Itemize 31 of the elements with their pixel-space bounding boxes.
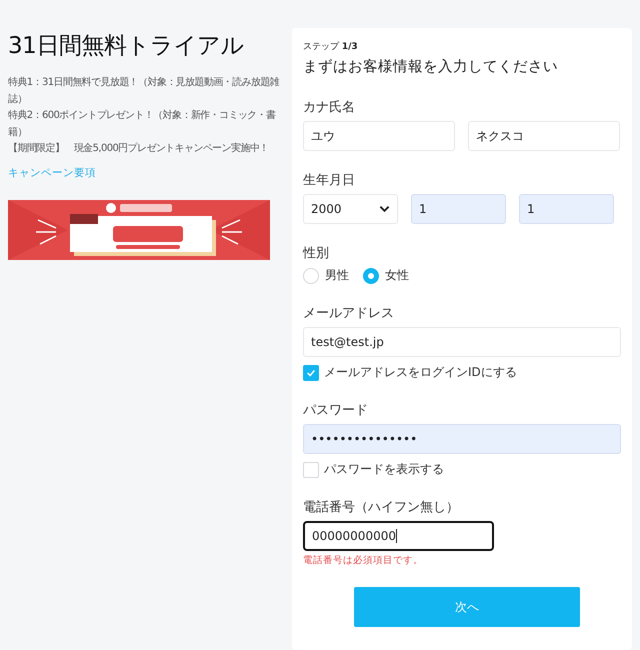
phone-field[interactable]: 00000000000	[303, 521, 494, 551]
radio-label: 男性	[325, 267, 349, 284]
field-label: 電話番号（ハイフン無し）	[303, 499, 459, 516]
field-label: パスワード	[303, 402, 368, 419]
error-message: 電話番号は必須項目です。	[303, 554, 423, 567]
checkbox-label: メールアドレスをログインIDにする	[324, 364, 517, 381]
radio-button[interactable]	[363, 268, 379, 284]
benefit-text: 特典1：31日間無料で見放題！（対象：見放題動画・読み放題雑誌）	[8, 76, 280, 106]
step-indicator: ステップ 1/3	[303, 40, 359, 53]
benefit-text: 【期間限定】 現金5,000円プレゼントキャンペーン実施中！	[8, 142, 270, 156]
field-label: メールアドレス	[303, 305, 394, 322]
field-label: 性別	[303, 245, 329, 262]
checkmark-icon	[306, 368, 316, 378]
year-select[interactable]: 2000	[303, 194, 398, 224]
day-field[interactable]: 1	[519, 194, 614, 224]
field-label: 生年月日	[303, 172, 355, 189]
month-field[interactable]: 1	[411, 194, 506, 224]
radio-label: 女性	[385, 267, 409, 284]
email-field[interactable]: test@test.jp	[303, 327, 621, 357]
password-field[interactable]: •••••••••••••••	[303, 424, 621, 454]
form-heading: まずはお客様情報を入力してください	[303, 58, 559, 76]
benefit-text: 特典2：600ポイントプレゼント！（対象：新作・コミック・書籍）	[8, 108, 276, 140]
input-field[interactable]: ユウ	[303, 121, 455, 151]
input-field[interactable]: ネクスコ	[468, 121, 620, 151]
checkbox[interactable]	[303, 364, 319, 380]
radio-button[interactable]	[303, 268, 319, 284]
checkbox-label: パスワードを表示する	[324, 461, 444, 478]
checkbox[interactable]	[303, 462, 319, 478]
page-title: 31日間無料トライアル	[8, 32, 245, 61]
field-label: カナ氏名	[303, 99, 355, 116]
chevron-down-icon	[379, 205, 390, 213]
